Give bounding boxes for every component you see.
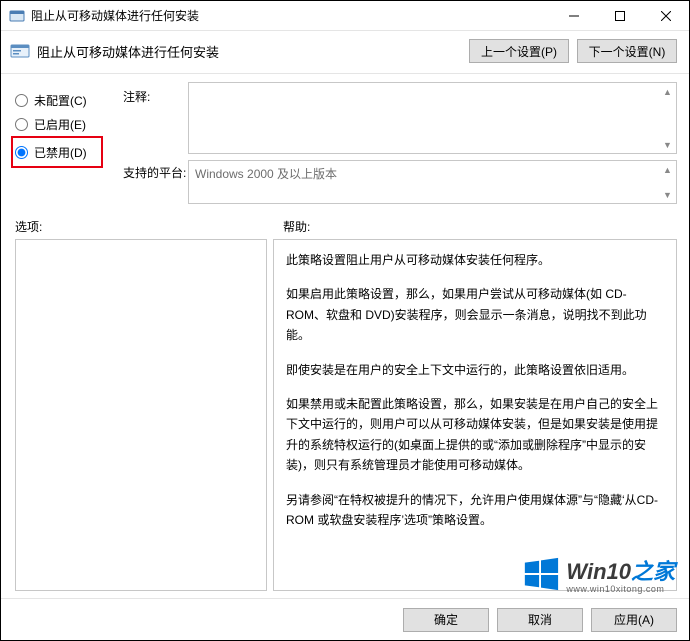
comment-scrollbar: ▲ ▼ — [659, 83, 676, 153]
state-radio-group: 未配置(C) 已启用(E) 已禁用(D) — [15, 82, 123, 204]
app-icon — [9, 8, 25, 24]
close-button[interactable] — [643, 1, 689, 30]
help-pane: 此策略设置阻止用户从可移动媒体安装任何程序。 如果启用此策略设置，那么，如果用户… — [273, 239, 677, 591]
help-paragraph: 如果禁用或未配置此策略设置，那么，如果安装是在用户自己的安全上下文中运行的，则用… — [286, 394, 664, 476]
radio-enabled-label: 已启用(E) — [34, 116, 86, 133]
radio-not-configured-input[interactable] — [15, 94, 28, 107]
dialog-footer: 确定 取消 应用(A) — [1, 598, 689, 640]
platform-scrollbar: ▲ ▼ — [659, 161, 676, 203]
platform-value: Windows 2000 及以上版本 — [195, 167, 337, 181]
policy-header: 阻止从可移动媒体进行任何安装 上一个设置(P) 下一个设置(N) — [1, 31, 689, 74]
options-label: 选项: — [15, 218, 283, 235]
apply-button[interactable]: 应用(A) — [591, 608, 677, 632]
radio-disabled-input[interactable] — [15, 146, 28, 159]
next-setting-button[interactable]: 下一个设置(N) — [577, 39, 677, 63]
scroll-down-icon[interactable]: ▼ — [659, 136, 676, 153]
radio-disabled-label: 已禁用(D) — [34, 144, 87, 161]
radio-not-configured-label: 未配置(C) — [34, 92, 87, 109]
scroll-up-icon[interactable]: ▲ — [659, 83, 676, 100]
help-paragraph: 另请参阅“在特权被提升的情况下，允许用户使用媒体源”与“隐藏‘从CD-ROM 或… — [286, 490, 664, 531]
highlight-box: 已禁用(D) — [11, 136, 103, 168]
comment-label: 注释: — [123, 82, 188, 154]
cancel-button[interactable]: 取消 — [497, 608, 583, 632]
platform-label: 支持的平台: — [123, 154, 188, 204]
help-paragraph: 此策略设置阻止用户从可移动媒体安装任何程序。 — [286, 250, 664, 270]
radio-enabled[interactable]: 已启用(E) — [15, 112, 123, 136]
scroll-down-icon[interactable]: ▼ — [659, 186, 676, 203]
scroll-up-icon[interactable]: ▲ — [659, 161, 676, 178]
titlebar: 阻止从可移动媒体进行任何安装 — [1, 1, 689, 31]
maximize-button[interactable] — [597, 1, 643, 30]
options-pane — [15, 239, 267, 591]
ok-button[interactable]: 确定 — [403, 608, 489, 632]
prev-setting-button[interactable]: 上一个设置(P) — [469, 39, 569, 63]
radio-enabled-input[interactable] — [15, 118, 28, 131]
policy-icon — [9, 40, 31, 62]
window-controls — [551, 1, 689, 30]
help-paragraph: 如果启用此策略设置，那么，如果用户尝试从可移动媒体(如 CD-ROM、软盘和 D… — [286, 284, 664, 345]
minimize-button[interactable] — [551, 1, 597, 30]
help-paragraph: 即使安装是在用户的安全上下文中运行的，此策略设置依旧适用。 — [286, 360, 664, 380]
comment-textarea[interactable]: ▲ ▼ — [188, 82, 677, 154]
platform-textarea: Windows 2000 及以上版本 ▲ ▼ — [188, 160, 677, 204]
policy-title: 阻止从可移动媒体进行任何安装 — [37, 42, 461, 61]
radio-disabled[interactable]: 已禁用(D) — [15, 140, 97, 164]
radio-not-configured[interactable]: 未配置(C) — [15, 88, 123, 112]
help-label: 帮助: — [283, 218, 310, 235]
window-title: 阻止从可移动媒体进行任何安装 — [31, 7, 551, 24]
